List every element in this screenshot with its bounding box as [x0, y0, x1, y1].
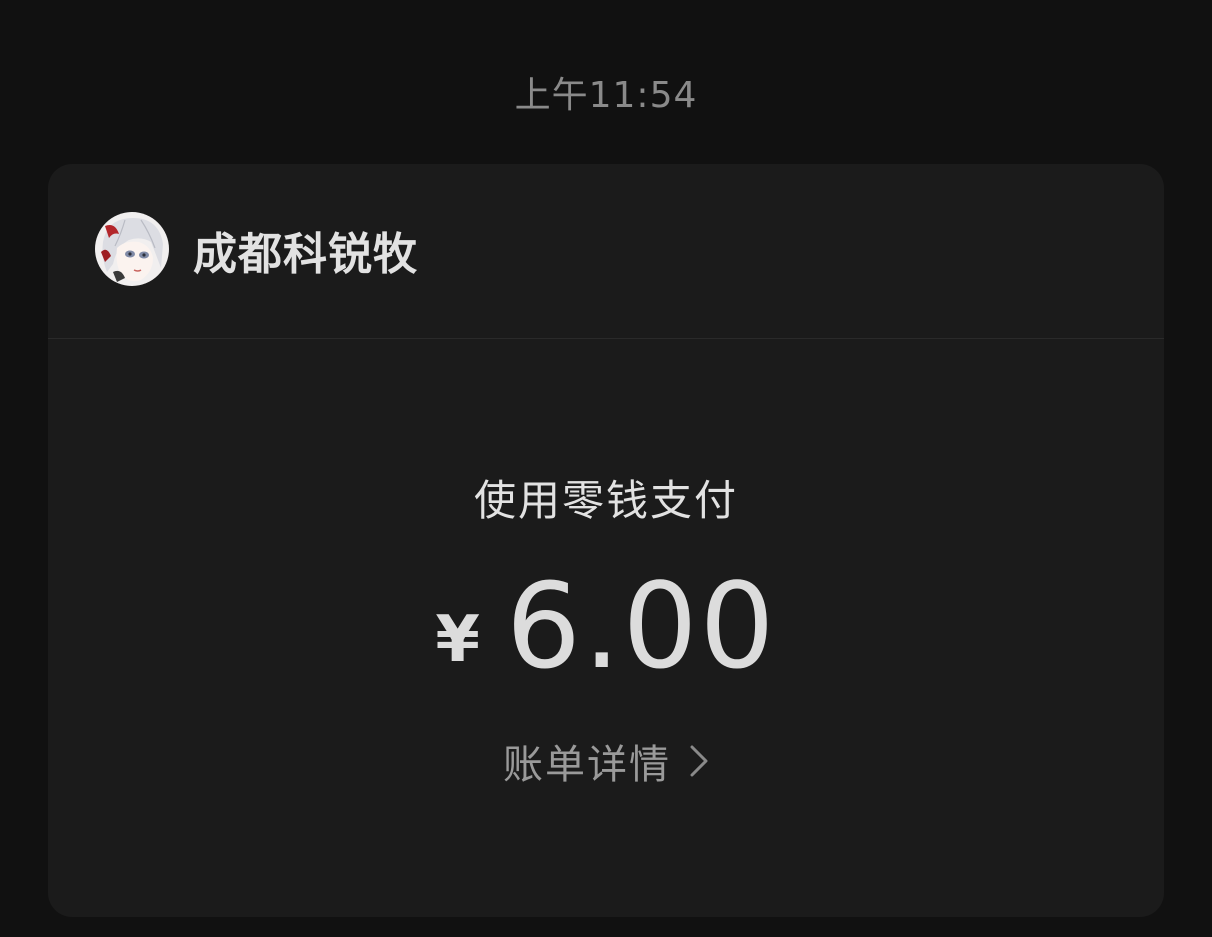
bill-details-link[interactable]: 账单详情 [48, 732, 1164, 790]
payment-details: 使用零钱支付 ¥ 6.00 账单详情 [48, 339, 1164, 917]
bill-details-label: 账单详情 [503, 742, 671, 788]
merchant-name[interactable]: 成都科锐牧 [193, 218, 418, 282]
chevron-right-icon [689, 744, 709, 778]
payment-method-label: 使用零钱支付 [473, 476, 738, 525]
payment-amount: ¥ 6.00 [48, 557, 1164, 695]
anime-character-avatar-icon [95, 212, 169, 286]
currency-symbol: ¥ [435, 603, 480, 677]
merchant-header[interactable]: 成都科锐牧 [48, 164, 1164, 339]
merchant-avatar[interactable] [95, 212, 169, 286]
payment-notification-card[interactable]: 成都科锐牧 使用零钱支付 ¥ 6.00 账单详情 [48, 164, 1164, 917]
message-timestamp: 上午11:54 [514, 75, 698, 116]
amount-value: 6.00 [505, 557, 777, 695]
